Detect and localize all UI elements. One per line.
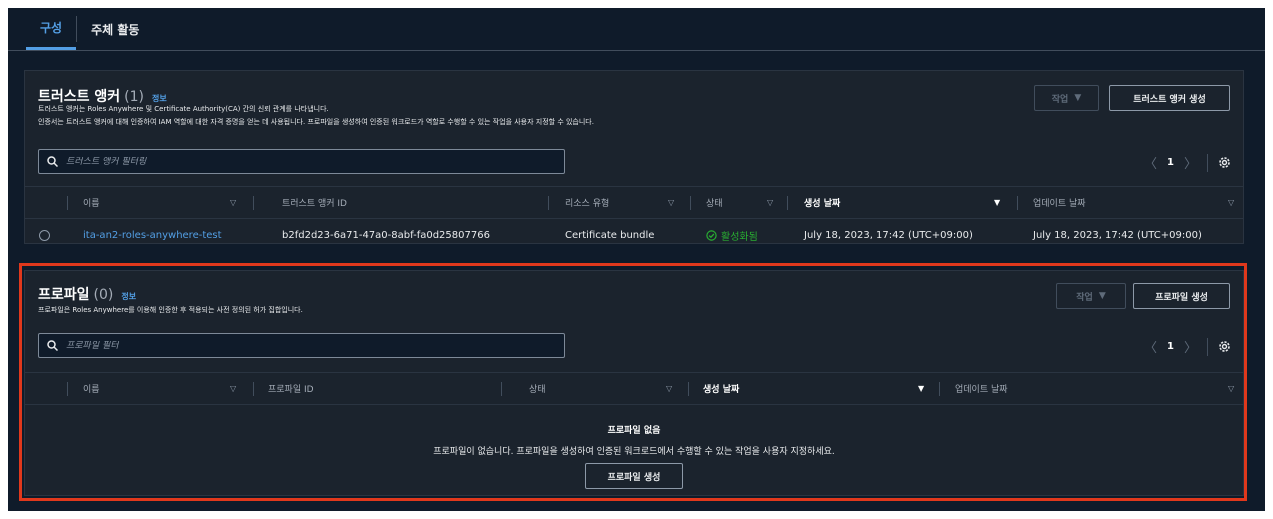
search-icon [47,340,58,351]
column-header-profile-id[interactable]: 프로파일 ID [268,373,314,404]
sort-icon[interactable]: ▽ [230,187,236,218]
row-select-radio[interactable] [39,230,50,241]
empty-description-text: 프로파일이 없습니다. 프로파일을 생성하여 인증된 워크로드에서 수행할 수 … [433,447,835,457]
profiles-actions-button[interactable]: 작업 ▼ [1056,283,1126,309]
current-page[interactable]: 1 [1167,341,1174,352]
column-divider [501,382,502,396]
check-circle-icon [706,230,717,241]
column-divider [67,382,68,396]
column-divider [253,382,254,396]
sort-icon[interactable]: ▽ [767,187,773,218]
actions-label: 작업 [1076,292,1093,303]
column-header-name[interactable]: 이름 [83,373,100,404]
column-divider [688,382,689,396]
profiles-search-input[interactable] [66,340,546,351]
tab-subject-activity[interactable]: 주체 활동 [77,8,153,50]
create-trust-anchor-button[interactable]: 트러스트 앵커 생성 [1109,85,1230,111]
next-page-icon[interactable]: 〉 [1184,337,1197,356]
empty-create-profile-button[interactable]: 프로파일 생성 [585,463,683,489]
sort-icon[interactable]: ▽ [1228,373,1234,404]
caret-down-icon: ▼ [1074,93,1082,103]
sort-icon[interactable]: ▽ [668,187,674,218]
profiles-header: 프로파일 (0) 정보 [38,284,136,304]
profiles-table-header: 이름 ▽ 프로파일 ID 상태 ▽ 생성 날짜 ▼ 업데이트 날짜 ▽ [25,372,1243,405]
info-link[interactable]: 정보 [121,291,136,302]
search-icon [47,156,58,167]
trust-anchors-pagination: 〈 1 〉 [1144,153,1231,172]
trust-anchors-search-input[interactable] [66,156,546,167]
trust-anchors-header: 트러스트 앵커 (1) 정보 [38,86,167,106]
tab-configuration[interactable]: 구성 [26,8,77,50]
profiles-title: 프로파일 [38,287,90,303]
column-header-trust-anchor-id[interactable]: 트러스트 앵커 ID [282,187,347,218]
column-header-updated[interactable]: 업데이트 날짜 [955,373,1008,404]
profiles-pagination: 〈 1 〉 [1144,337,1231,356]
trust-anchors-panel: 트러스트 앵커 (1) 정보 트러스트 앵커는 Roles Anywhere 및… [24,70,1244,244]
created-date: July 18, 2023, 17:42 (UTC+09:00) [804,230,973,241]
pager-divider [1207,153,1208,172]
trust-anchors-actions-button[interactable]: 작업 ▼ [1034,85,1099,111]
column-divider [253,196,254,210]
trust-anchors-description-2: 인증서는 트러스트 앵커에 대해 인증하여 IAM 역할에 대한 자격 증명을 … [38,118,594,126]
next-page-icon[interactable]: 〉 [1184,153,1197,172]
resource-type: Certificate bundle [565,230,655,241]
column-divider [67,196,68,210]
column-header-resource-type[interactable]: 리소스 유형 [565,187,609,218]
actions-label: 작업 [1051,94,1069,105]
column-header-created[interactable]: 생성 날짜 [703,373,739,404]
trust-anchors-count: (1) [124,89,144,105]
empty-title-text: 프로파일 없음 [607,426,661,436]
trust-anchors-description-1: 트러스트 앵커는 Roles Anywhere 및 Certificate Au… [38,105,329,113]
column-header-status[interactable]: 상태 [529,373,546,404]
prev-page-icon[interactable]: 〈 [1144,153,1157,172]
profiles-description: 프로파일은 Roles Anywhere를 이용해 인증한 후 적용되는 사전 … [38,306,303,314]
prev-page-icon[interactable]: 〈 [1144,337,1157,356]
trust-anchors-title: 트러스트 앵커 [38,89,121,105]
app-window: 구성 주체 활동 트러스트 앵커 (1) 정보 트러스트 앵커는 Roles A… [8,8,1265,511]
sort-descending-icon[interactable]: ▼ [994,187,1000,218]
column-header-updated[interactable]: 업데이트 날짜 [1033,187,1086,218]
sort-icon[interactable]: ▽ [1228,187,1234,218]
gear-icon[interactable] [1218,156,1231,169]
pager-divider [1207,337,1208,356]
column-divider [939,382,940,396]
column-divider [690,196,691,210]
gear-icon[interactable] [1218,340,1231,353]
empty-state-title: 프로파일 없음 [25,418,1243,437]
trust-anchor-id: b2fd2d23-6a71-47a0-8abf-fa0d25807766 [282,230,490,241]
tab-bar: 구성 주체 활동 [26,8,153,50]
column-header-status[interactable]: 상태 [706,187,723,218]
column-header-name[interactable]: 이름 [83,187,100,218]
tabs-underline [8,50,1265,51]
trust-anchors-table-header: 이름 ▽ 트러스트 앵커 ID 리소스 유형 ▽ 상태 ▽ 생성 날짜 ▼ 업데… [25,186,1243,219]
column-divider [1017,196,1018,210]
sort-icon[interactable]: ▽ [230,373,236,404]
profiles-search[interactable] [38,333,565,358]
caret-down-icon: ▼ [1098,291,1106,301]
profiles-count: (0) [93,287,114,303]
status-badge: 활성화됨 [706,219,758,252]
sort-icon[interactable]: ▽ [666,373,672,404]
trust-anchors-search[interactable] [38,149,565,174]
info-link[interactable]: 정보 [152,93,167,104]
trust-anchor-name-link[interactable]: ita-an2-roles-anywhere-test [83,219,222,252]
column-header-created[interactable]: 생성 날짜 [804,187,840,218]
create-profile-button[interactable]: 프로파일 생성 [1133,283,1230,309]
sort-descending-icon[interactable]: ▼ [918,373,924,404]
current-page[interactable]: 1 [1167,157,1174,168]
table-row[interactable]: ita-an2-roles-anywhere-test b2fd2d23-6a7… [25,219,1243,252]
column-divider [787,196,788,210]
updated-date: July 18, 2023, 17:42 (UTC+09:00) [1033,230,1202,241]
status-text: 활성화됨 [721,232,758,243]
profiles-panel: 프로파일 (0) 정보 프로파일은 Roles Anywhere를 이용해 인증… [24,270,1244,496]
empty-state-description: 프로파일이 없습니다. 프로파일을 생성하여 인증된 워크로드에서 수행할 수 … [25,439,1243,458]
column-divider [548,196,549,210]
